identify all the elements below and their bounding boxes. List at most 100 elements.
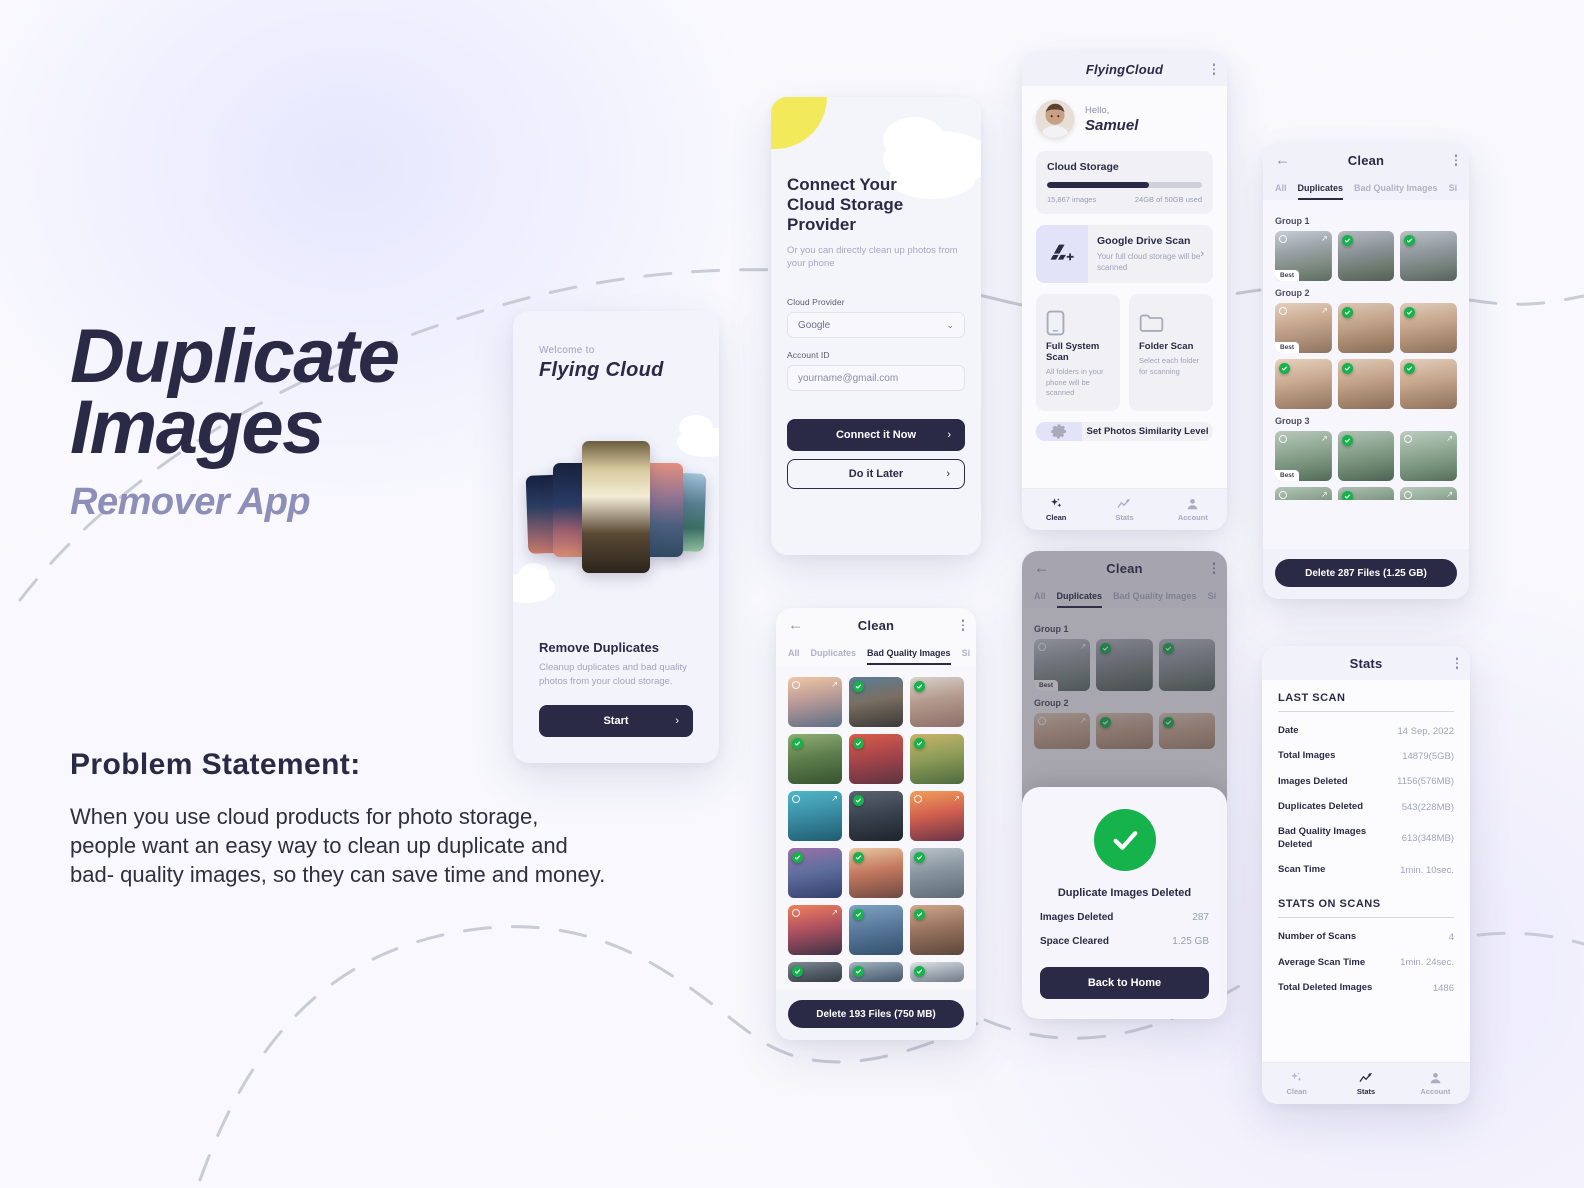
checkmark-icon[interactable] [1404, 235, 1416, 246]
thumb-unselected[interactable]: ↗ [910, 791, 964, 841]
checkmark-icon[interactable] [853, 738, 864, 749]
start-button[interactable]: Start › [539, 705, 693, 737]
kebab-menu-icon[interactable] [1212, 63, 1215, 75]
back-arrow-icon[interactable]: ← [788, 618, 803, 633]
thumb-selected[interactable] [788, 962, 842, 982]
connect-now-button[interactable]: Connect it Now › [787, 419, 965, 452]
thumb-selected[interactable] [1337, 431, 1395, 481]
similarity-level-tile[interactable]: Set Photos Similarity Level [1036, 421, 1213, 441]
checkmark-icon[interactable] [914, 966, 925, 977]
folder-scan-tile[interactable]: Folder Scan Select each folder for scann… [1129, 294, 1213, 411]
expand-icon[interactable]: ↗ [1321, 235, 1328, 243]
thumb-selected[interactable] [849, 962, 903, 982]
thumb-selected[interactable] [1275, 359, 1332, 409]
thumb-selected[interactable] [788, 734, 842, 784]
thumb-best[interactable]: ↗ Best [1275, 431, 1332, 481]
thumb-selected[interactable] [849, 848, 903, 898]
nav-item-clean[interactable]: Clean [1022, 497, 1090, 522]
tab-similar[interactable]: Si [962, 648, 971, 665]
thumb-unselected[interactable]: ↗ [1400, 487, 1457, 500]
expand-icon[interactable]: ↗ [953, 795, 960, 803]
expand-icon[interactable]: ↗ [1446, 491, 1453, 499]
do-it-later-button[interactable]: Do it Later › [787, 459, 965, 490]
account-id-input[interactable]: yourname@gmail.com [787, 365, 965, 392]
thumb-unselected[interactable]: ↗ [788, 677, 842, 727]
thumb-selected[interactable] [788, 848, 842, 898]
back-arrow-icon[interactable]: ← [1275, 153, 1290, 168]
thumb-selected[interactable] [849, 905, 903, 955]
checkmark-icon[interactable] [1404, 363, 1416, 374]
select-circle-icon[interactable] [1279, 435, 1287, 443]
thumb-selected[interactable] [910, 962, 964, 982]
expand-icon[interactable]: ↗ [831, 909, 838, 917]
select-circle-icon[interactable] [1279, 307, 1287, 315]
thumb-selected[interactable] [910, 734, 964, 784]
thumb-selected[interactable] [849, 677, 903, 727]
checkmark-icon[interactable] [1341, 491, 1353, 500]
checkmark-icon[interactable] [1341, 235, 1353, 246]
select-circle-icon[interactable] [792, 909, 800, 917]
thumb-unselected[interactable]: ↗ [788, 905, 842, 955]
thumb-selected[interactable] [1337, 487, 1395, 500]
tab-all[interactable]: All [1275, 183, 1287, 200]
thumb-selected[interactable] [1337, 359, 1395, 409]
tab-all[interactable]: All [788, 648, 800, 665]
select-circle-icon[interactable] [914, 795, 922, 803]
checkmark-icon[interactable] [1341, 363, 1353, 374]
kebab-menu-icon[interactable] [1454, 154, 1457, 166]
tab-duplicates[interactable]: Duplicates [811, 648, 857, 665]
back-to-home-button[interactable]: Back to Home [1040, 967, 1209, 999]
checkmark-icon[interactable] [914, 852, 925, 863]
kebab-menu-icon[interactable] [1455, 657, 1458, 669]
expand-icon[interactable]: ↗ [831, 681, 838, 689]
checkmark-icon[interactable] [914, 909, 925, 920]
checkmark-icon[interactable] [853, 852, 864, 863]
expand-icon[interactable]: ↗ [831, 795, 838, 803]
cloud-provider-select[interactable]: Google ⌄ [787, 312, 965, 339]
thumb-unselected[interactable]: ↗ [788, 791, 842, 841]
thumb-best[interactable]: ↗ Best [1275, 231, 1332, 281]
nav-item-clean[interactable]: Clean [1262, 1071, 1331, 1096]
expand-icon[interactable]: ↗ [1321, 307, 1328, 315]
select-circle-icon[interactable] [792, 795, 800, 803]
checkmark-icon[interactable] [914, 738, 925, 749]
thumb-best[interactable]: ↗ Best [1275, 303, 1332, 353]
checkmark-icon[interactable] [853, 966, 864, 977]
select-circle-icon[interactable] [792, 681, 800, 689]
checkmark-icon[interactable] [1341, 435, 1353, 446]
thumb-selected[interactable] [849, 791, 903, 841]
tab-duplicates[interactable]: Duplicates [1297, 183, 1344, 200]
thumb-selected[interactable] [910, 848, 964, 898]
thumb-unselected[interactable]: ↗ [1275, 487, 1332, 500]
thumb-selected[interactable] [849, 734, 903, 784]
thumb-selected[interactable] [910, 677, 964, 727]
checkmark-icon[interactable] [1279, 363, 1290, 374]
checkmark-icon[interactable] [792, 852, 803, 863]
nav-item-stats[interactable]: Stats [1090, 498, 1158, 522]
checkmark-icon[interactable] [792, 966, 803, 977]
expand-icon[interactable]: ↗ [1446, 435, 1453, 443]
thumb-selected[interactable] [910, 905, 964, 955]
google-drive-scan-tile[interactable]: Google Drive Scan Your full cloud storag… [1036, 225, 1213, 284]
checkmark-icon[interactable] [853, 681, 864, 692]
delete-files-button[interactable]: Delete 287 Files (1.25 GB) [1275, 559, 1457, 587]
thumb-selected[interactable] [1337, 303, 1395, 353]
full-system-scan-tile[interactable]: Full System Scan All folders in your pho… [1036, 294, 1120, 411]
nav-item-account[interactable]: Account [1159, 498, 1227, 522]
thumb-unselected[interactable]: ↗ [1400, 431, 1457, 481]
nav-item-account[interactable]: Account [1401, 1072, 1470, 1096]
tab-similar[interactable]: Si [1449, 183, 1458, 200]
expand-icon[interactable]: ↗ [1321, 491, 1328, 499]
kebab-menu-icon[interactable] [961, 619, 964, 631]
checkmark-icon[interactable] [853, 909, 864, 920]
select-circle-icon[interactable] [1404, 491, 1413, 499]
tab-bad-quality-images[interactable]: Bad Quality Images [1354, 183, 1438, 200]
delete-files-button[interactable]: Delete 193 Files (750 MB) [788, 1000, 964, 1028]
checkmark-icon[interactable] [1404, 307, 1416, 318]
thumb-selected[interactable] [1400, 359, 1457, 409]
checkmark-icon[interactable] [914, 681, 925, 692]
thumb-selected[interactable] [1337, 231, 1395, 281]
checkmark-icon[interactable] [792, 738, 803, 749]
tab-bad-quality-images[interactable]: Bad Quality Images [867, 648, 951, 665]
checkmark-icon[interactable] [853, 795, 864, 806]
